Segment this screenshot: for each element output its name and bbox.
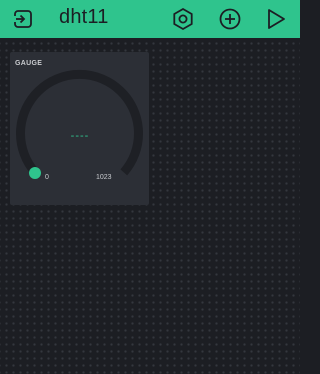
gauge-max-label: 1023: [96, 174, 112, 181]
add-widget-icon[interactable]: [218, 7, 242, 31]
project-title: dht11: [59, 6, 109, 28]
play-icon[interactable]: [264, 7, 288, 31]
device-settings-icon[interactable]: [171, 7, 195, 31]
app-header: dht11: [0, 0, 300, 38]
gauge-value: ----: [70, 130, 90, 142]
gauge-graphic: [16, 70, 143, 179]
gauge-min-label: 0: [45, 174, 49, 181]
gauge-indicator-dot: [29, 167, 41, 179]
back-icon[interactable]: [12, 8, 34, 30]
gauge-widget[interactable]: GAUGE ---- 0 1023: [10, 52, 149, 205]
gauge-track: [16, 70, 143, 176]
